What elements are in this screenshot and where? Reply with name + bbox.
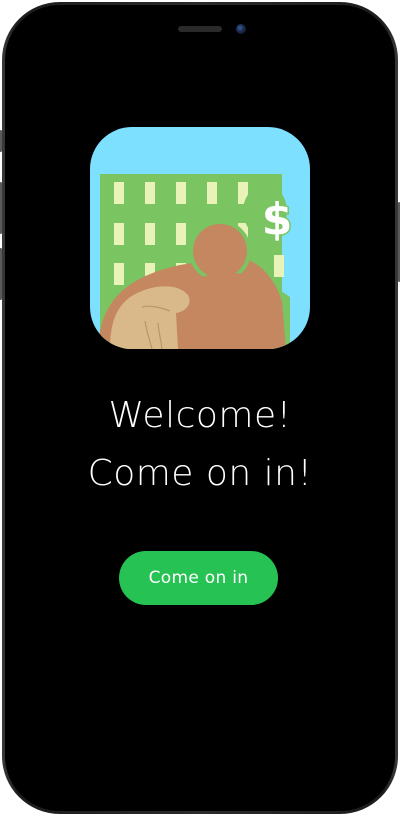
silent-switch [0,130,2,152]
svg-text:$: $ [262,194,293,245]
front-camera [236,24,246,34]
earpiece-speaker [178,26,222,32]
app-logo-icon: $ [90,127,310,349]
volume-up-button [0,182,2,234]
come-on-in-button[interactable]: Come on in [119,551,278,605]
welcome-subheading: Come on in! [87,453,313,494]
volume-down-button [0,248,2,300]
welcome-heading: Welcome! [108,395,292,436]
